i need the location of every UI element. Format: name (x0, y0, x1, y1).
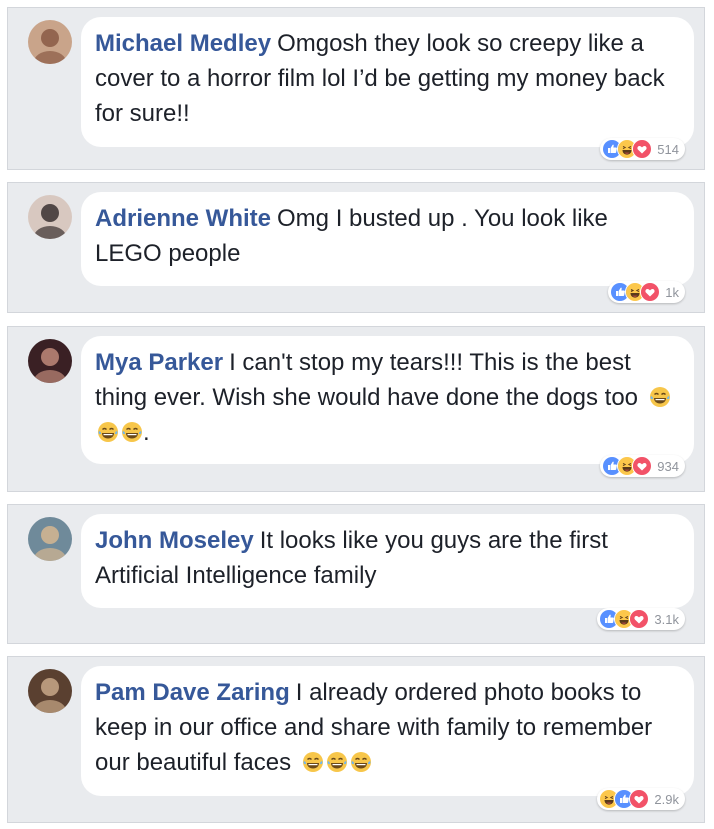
joy-emoji (97, 421, 119, 443)
reaction-count: 934 (657, 458, 679, 474)
reaction-summary[interactable]: 2.9k (597, 788, 685, 810)
joy-emoji (121, 421, 143, 443)
avatar-photo (28, 517, 72, 561)
joy-emoji (350, 751, 372, 773)
comment-card: John Moseley It looks like you guys are t… (7, 504, 705, 644)
avatar-photo (28, 20, 72, 64)
avatar[interactable] (28, 339, 72, 383)
love-icon (632, 139, 653, 159)
love-icon (632, 456, 653, 476)
reaction-summary[interactable]: 1k (608, 281, 685, 303)
avatar[interactable] (28, 669, 72, 713)
reaction-icons (602, 456, 653, 476)
avatar[interactable] (28, 195, 72, 239)
love-icon (629, 789, 650, 809)
comment-bubble: John Moseley It looks like you guys are t… (81, 514, 694, 608)
reaction-count: 2.9k (654, 791, 679, 807)
reaction-icons (599, 789, 650, 809)
comment-card: Mya Parker I can't stop my tears!!! This … (7, 326, 705, 492)
reaction-summary[interactable]: 3.1k (597, 608, 685, 630)
reaction-icons (599, 609, 650, 629)
joy-emoji (302, 751, 324, 773)
avatar[interactable] (28, 517, 72, 561)
comment-card: Adrienne White Omg I busted up . You look… (7, 182, 705, 313)
avatar-photo (28, 195, 72, 239)
joy-emoji (326, 751, 348, 773)
avatar-photo (28, 669, 72, 713)
reaction-summary[interactable]: 934 (600, 455, 685, 477)
emoji-group (300, 749, 372, 776)
comment-author[interactable]: Mya Parker (95, 349, 223, 376)
reaction-count: 3.1k (654, 611, 679, 627)
comment-author[interactable]: Adrienne White (95, 205, 271, 232)
avatar[interactable] (28, 20, 72, 64)
reaction-icons (610, 282, 661, 302)
reaction-icons (602, 139, 653, 159)
comment-bubble: Michael Medley Omgosh they look so creepy… (81, 17, 694, 147)
comment-author[interactable]: Pam Dave Zaring (95, 679, 290, 706)
joy-emoji (649, 386, 671, 408)
comment-author[interactable]: Michael Medley (95, 30, 271, 57)
comment-card: Michael Medley Omgosh they look so creepy… (7, 7, 705, 170)
avatar-photo (28, 339, 72, 383)
comment-card: Pam Dave Zaring I already ordered photo b… (7, 656, 705, 823)
comment-bubble: Pam Dave Zaring I already ordered photo b… (81, 666, 694, 796)
reaction-count: 1k (665, 284, 679, 300)
comment-author[interactable]: John Moseley (95, 527, 254, 554)
comment-bubble: Adrienne White Omg I busted up . You look… (81, 192, 694, 286)
comment-text-tail: . (143, 419, 150, 446)
reaction-summary[interactable]: 514 (600, 138, 685, 160)
love-icon (640, 282, 661, 302)
reaction-count: 514 (657, 141, 679, 157)
love-icon (629, 609, 650, 629)
comment-bubble: Mya Parker I can't stop my tears!!! This … (81, 336, 694, 464)
